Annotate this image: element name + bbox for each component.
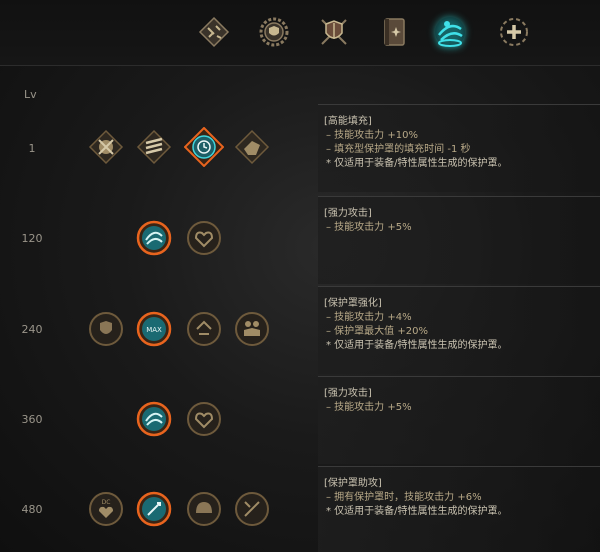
skill-node-shield-sword-selected[interactable] — [136, 491, 172, 527]
skill-node-twin-figures[interactable] — [234, 311, 270, 347]
shield-swords-icon — [321, 19, 347, 45]
row-description-panel: [保护罩助攻] – 拥有保护罩时，技能攻击力 +6% * 仅适用于装备/特性属性… — [318, 466, 600, 552]
row-level-label: 1 — [28, 142, 36, 155]
twin-figures-icon — [235, 312, 269, 346]
max-label: MAX — [146, 326, 162, 334]
tab-shield-swords[interactable] — [316, 14, 352, 50]
skill-node-fist-shield[interactable] — [88, 311, 124, 347]
heart-fist-icon — [187, 402, 221, 436]
fist-icon — [234, 129, 270, 165]
shield-arrows-icon — [187, 312, 221, 346]
perk-effect-line: – 技能攻击力 +5% — [326, 402, 412, 413]
perk-note: * 仅适用于装备/特性属性生成的保护罩。 — [326, 340, 508, 351]
crossed-sword-icon — [235, 492, 269, 526]
perk-title: [高能填充] — [324, 116, 372, 127]
skill-node-skull-swords[interactable] — [88, 129, 124, 165]
dc-label: DC — [102, 499, 111, 506]
skill-node-swirl-selected[interactable] — [136, 401, 172, 437]
category-tab-bar — [0, 0, 600, 66]
swirl-aura-icon — [136, 401, 172, 437]
row-level-label: 480 — [21, 503, 43, 516]
level-column-header: Lv — [24, 88, 37, 101]
perk-effect-line: – 拥有保护罩时，技能攻击力 +6% — [326, 492, 482, 503]
diamond-skills-icon — [198, 16, 230, 48]
perk-note: * 仅适用于装备/特性属性生成的保护罩。 — [326, 158, 508, 169]
perk-effect-line: – 保护罩最大值 +20% — [326, 326, 428, 337]
perk-title: [强力攻击] — [324, 208, 372, 219]
skill-node-shield-arrows[interactable] — [186, 311, 222, 347]
perk-effect-line: – 技能攻击力 +4% — [326, 312, 412, 323]
skill-node-max-selected[interactable]: MAX — [136, 311, 172, 347]
row-level-label: 360 — [21, 413, 43, 426]
row-description-panel: [保护罩强化] – 技能攻击力 +4% – 保护罩最大值 +20% * 仅适用于… — [318, 286, 600, 374]
perk-note: * 仅适用于装备/特性属性生成的保护罩。 — [326, 506, 508, 517]
perk-title: [保护罩助攻] — [324, 478, 382, 489]
tab-spellbook[interactable] — [376, 14, 412, 50]
shield-sword-icon — [136, 491, 172, 527]
perk-effect-line: – 填充型保护罩的填充时间 -1 秒 — [326, 144, 471, 155]
perk-title: [保护罩强化] — [324, 298, 382, 309]
skill-node-crossed-sword[interactable] — [234, 491, 270, 527]
helmet-icon — [187, 492, 221, 526]
row-description-panel: [强力攻击] – 技能攻击力 +5% — [318, 376, 600, 464]
skill-node-swirl-selected[interactable] — [136, 220, 172, 256]
perk-effect-line: – 技能攻击力 +5% — [326, 222, 412, 233]
fist-shield-icon — [89, 312, 123, 346]
dc-heart-icon: DC — [89, 492, 123, 526]
clock-icon — [184, 127, 224, 167]
stacked-blades-icon — [136, 129, 172, 165]
perk-title: [强力攻击] — [324, 388, 372, 399]
swirl-aura-icon — [435, 17, 465, 47]
skull-swords-icon — [88, 129, 124, 165]
dotted-circle-plus-icon — [500, 18, 528, 46]
tab-dotted-circle-plus[interactable] — [496, 14, 532, 50]
row-description-panel: [高能填充] – 技能攻击力 +10% – 填充型保护罩的填充时间 -1 秒 *… — [318, 104, 600, 192]
spellbook-icon — [384, 18, 405, 46]
swirl-aura-icon — [136, 220, 172, 256]
row-description-panel: [强力攻击] – 技能攻击力 +5% — [318, 196, 600, 284]
skill-node-heart-fist[interactable] — [186, 401, 222, 437]
skill-node-fist[interactable] — [234, 129, 270, 165]
skill-node-stacked-blades[interactable] — [136, 129, 172, 165]
tab-gear-shield[interactable] — [256, 14, 292, 50]
row-level-label: 120 — [21, 232, 43, 245]
row-level-label: 240 — [21, 323, 43, 336]
gear-shield-icon — [259, 17, 289, 47]
skill-node-heart-fist[interactable] — [186, 220, 222, 256]
heart-fist-icon — [187, 221, 221, 255]
skill-node-clock-selected[interactable] — [184, 127, 224, 167]
perk-effect-line: – 技能攻击力 +10% — [326, 130, 418, 141]
skill-node-helmet[interactable] — [186, 491, 222, 527]
tab-diamond-skills[interactable] — [196, 14, 232, 50]
max-badge-icon: MAX — [136, 311, 172, 347]
skill-node-dc-heart[interactable]: DC — [88, 491, 124, 527]
tab-swirl-aura[interactable] — [432, 14, 468, 50]
